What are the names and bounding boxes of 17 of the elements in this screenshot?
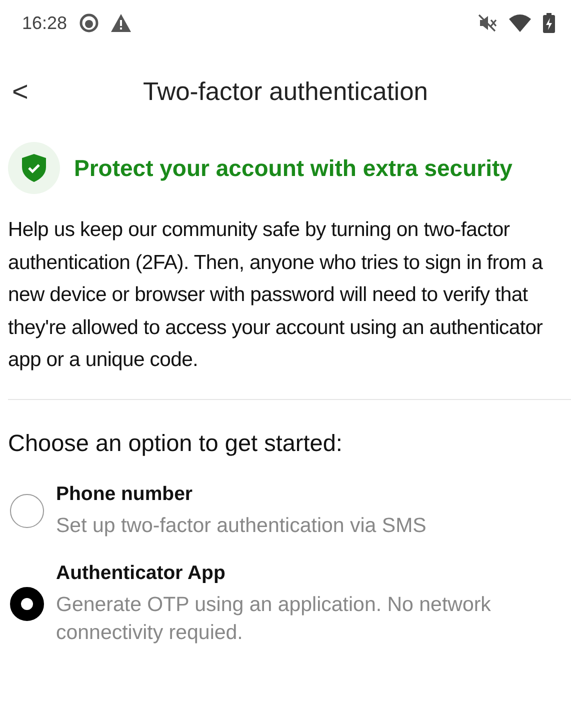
status-time: 16:28 <box>22 12 68 34</box>
option-label: Phone number <box>56 482 194 506</box>
shield-check-icon <box>22 154 46 182</box>
page-title: Two-factor authentication <box>143 78 428 106</box>
radio-button[interactable] <box>10 587 44 621</box>
mute-icon <box>477 13 497 33</box>
banner-title: Protect your account with extra security <box>74 154 512 182</box>
section-title: Choose an option to get started: <box>8 430 344 456</box>
back-button[interactable]: < <box>8 78 32 106</box>
description-text: Help us keep our community safe by turning on two-factor authentication (2FA). Then, anyone who tries to sign in from a new device or browser with password will need to verify that they're allowed to access your account using an authenticator app or a unique code. <box>7 218 544 373</box>
option-description: Set up two-factor authentication via SMS <box>56 512 426 538</box>
radio-button[interactable] <box>10 494 44 528</box>
warning-icon <box>111 14 132 32</box>
option-description: Generate OTP using an application. No network connectivity requied. <box>56 592 492 646</box>
battery-icon <box>543 13 555 33</box>
option-label: Authenticator App <box>56 562 226 584</box>
wifi-icon <box>509 14 531 32</box>
